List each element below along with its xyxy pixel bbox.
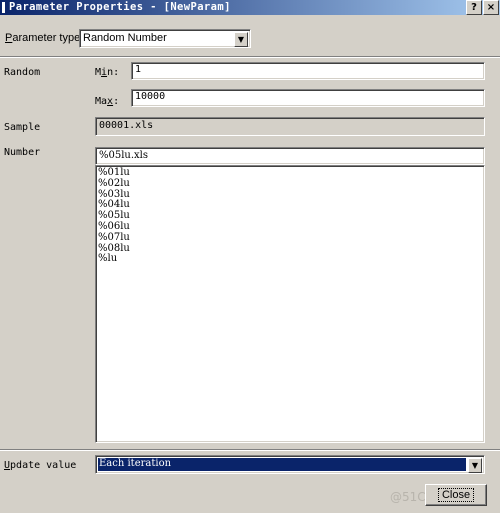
update-value-select[interactable]: Each iteration ▼ <box>95 455 485 474</box>
parameter-type-value: Random Number <box>83 32 167 44</box>
chevron-down-icon[interactable]: ▼ <box>234 32 248 47</box>
list-item[interactable]: %01lu <box>96 167 484 179</box>
window-title: Parameter Properties - [NewParam] <box>9 1 231 13</box>
list-item[interactable]: %08lu <box>96 243 484 255</box>
number-input[interactable]: %05lu.xls <box>95 147 485 165</box>
list-item[interactable]: %05lu <box>96 210 484 222</box>
max-label: Max: <box>95 96 120 107</box>
sample-label: Sample <box>4 122 41 133</box>
list-item[interactable]: %lu <box>96 254 484 265</box>
sample-value: 00001.xls <box>99 120 154 131</box>
number-label: Number <box>4 147 41 158</box>
list-item[interactable]: %03lu <box>96 189 484 201</box>
update-value-label: Update value <box>4 460 77 471</box>
help-button[interactable]: ? <box>466 0 482 15</box>
close-button-label: Close <box>437 488 475 502</box>
separator <box>0 449 500 451</box>
max-input[interactable]: 10000 <box>131 89 485 107</box>
max-value: 10000 <box>135 91 166 102</box>
chevron-down-icon[interactable]: ▼ <box>468 458 482 473</box>
random-label: Random <box>4 67 41 78</box>
separator <box>0 56 500 58</box>
close-button[interactable]: Close <box>425 484 487 506</box>
close-window-button[interactable]: × <box>483 0 499 15</box>
update-value-value: Each iteration <box>99 458 172 469</box>
sample-field: 00001.xls <box>95 117 485 136</box>
min-label: Min: <box>95 67 120 78</box>
number-value: %05lu.xls <box>99 150 149 161</box>
parameter-type-select[interactable]: Random Number ▼ <box>79 29 251 48</box>
number-format-list[interactable]: %01lu %02lu %03lu %04lu %05lu %06lu %07l… <box>95 165 485 443</box>
parameter-type-label: Parameter type: <box>5 32 84 44</box>
window-icon <box>2 2 5 13</box>
list-item[interactable]: %04lu <box>96 200 484 211</box>
min-input[interactable]: 1 <box>131 62 485 80</box>
list-item[interactable]: %06lu <box>96 221 484 233</box>
min-value: 1 <box>135 64 142 75</box>
list-item[interactable]: %02lu <box>96 178 484 190</box>
list-item[interactable]: %07lu <box>96 232 484 244</box>
